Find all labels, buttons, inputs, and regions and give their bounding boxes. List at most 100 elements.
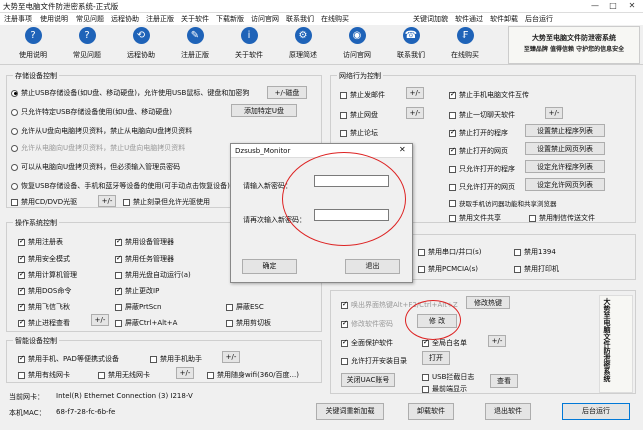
checkbox[interactable] bbox=[449, 90, 456, 99]
radio[interactable] bbox=[11, 89, 18, 97]
checkbox[interactable] bbox=[18, 318, 25, 327]
reload-keywords-button[interactable]: 关键词重新加载 bbox=[316, 403, 384, 420]
open-button[interactable]: 打开 bbox=[422, 351, 450, 365]
checkbox[interactable] bbox=[341, 338, 348, 347]
smart-item-wifi[interactable]: 禁用随身wifi(360/百度...) bbox=[207, 370, 299, 380]
checkbox[interactable] bbox=[207, 371, 214, 379]
whitelist-plus-button[interactable]: +/- bbox=[488, 335, 506, 347]
checkbox[interactable] bbox=[98, 371, 105, 379]
checkbox[interactable] bbox=[150, 355, 157, 363]
storage-option-password[interactable]: 可以从电脑向U盘拷贝资料，但必须输入管理员密码 bbox=[11, 162, 180, 172]
checkbox[interactable] bbox=[340, 111, 347, 119]
cancel-button[interactable]: 退出 bbox=[345, 259, 400, 274]
storage-option-specific-usb[interactable]: 只允许特定USB存储设备使用(如U盘、移动硬盘) bbox=[11, 107, 172, 117]
checkbox[interactable] bbox=[226, 319, 233, 327]
checkbox[interactable] bbox=[422, 338, 429, 347]
radio[interactable] bbox=[11, 182, 18, 190]
radio[interactable] bbox=[11, 127, 18, 135]
storage-option-usb-to-pc[interactable]: 允许从U盘向电脑拷贝资料，禁止从电脑向U盘拷贝资料 bbox=[11, 126, 192, 136]
net-item-chat[interactable]: 禁止一切聊天软件 bbox=[449, 110, 515, 120]
checkbox[interactable] bbox=[422, 385, 429, 393]
background-run-button[interactable]: 后台运行 bbox=[562, 403, 630, 420]
checkbox[interactable] bbox=[449, 128, 456, 137]
topmost-checkbox[interactable]: 最前端显示 bbox=[422, 384, 467, 394]
menu-item-uninstall[interactable]: 软件卸载 bbox=[490, 14, 518, 24]
checkbox[interactable] bbox=[18, 302, 25, 311]
port-item-1394[interactable]: 禁用1394 bbox=[514, 247, 556, 257]
checkbox[interactable] bbox=[341, 357, 348, 365]
storage-option-block-usb[interactable]: 禁止USB存储设备(如U盘、移动硬盘)，允许使用USB鼠标、键盘和加密狗 bbox=[11, 88, 249, 98]
change-hotkey-button[interactable]: 修改热键 bbox=[466, 296, 510, 309]
os-item-feixin[interactable]: 禁用飞信飞秋 bbox=[18, 302, 70, 312]
os-item-registry[interactable]: 禁用注册表 bbox=[18, 237, 63, 247]
checkbox[interactable] bbox=[18, 237, 25, 246]
toolbar-buy[interactable]: ₣ 在线购买 bbox=[440, 27, 490, 60]
checkbox[interactable] bbox=[449, 146, 456, 155]
menu-item-background[interactable]: 后台运行 bbox=[525, 14, 553, 24]
checkbox[interactable] bbox=[18, 286, 25, 295]
net-item-allow-web[interactable]: 只允许打开的网页 bbox=[449, 182, 515, 192]
toolbar-website[interactable]: ◉ 访问官网 bbox=[332, 27, 382, 60]
radio[interactable] bbox=[11, 163, 18, 171]
net-item-forum[interactable]: 禁止论坛 bbox=[340, 128, 378, 138]
burn-checkbox[interactable]: 禁止刻录但允许光驱使用 bbox=[123, 197, 210, 207]
checkbox[interactable] bbox=[514, 248, 521, 256]
add-usb-button[interactable]: 添加特定U盘 bbox=[231, 104, 297, 117]
checkbox[interactable] bbox=[18, 371, 25, 379]
change-password-checkbox[interactable]: 修改软件密码 bbox=[341, 319, 393, 329]
port-item-serial[interactable]: 禁用串口/并口(s) bbox=[418, 247, 481, 257]
checkbox[interactable] bbox=[341, 300, 348, 309]
checkbox[interactable] bbox=[11, 198, 18, 206]
checkbox[interactable] bbox=[123, 198, 130, 206]
checkbox[interactable] bbox=[18, 354, 25, 363]
set-allow-web-button[interactable]: 设定允许网页列表 bbox=[525, 178, 605, 191]
add-mouse-button[interactable]: +/-磁盘 bbox=[267, 86, 307, 99]
menu-item-contact[interactable]: 联系我们 bbox=[286, 14, 314, 24]
checkbox[interactable] bbox=[341, 319, 348, 328]
view-button[interactable]: 查看 bbox=[490, 374, 518, 388]
checkbox[interactable] bbox=[514, 265, 521, 273]
menu-item-keyword[interactable]: 关键词加貌 bbox=[413, 14, 448, 24]
os-item-autorun[interactable]: 禁用光盘自动运行(a) bbox=[115, 270, 191, 280]
os-item-esc[interactable]: 屏蔽ESC bbox=[226, 302, 264, 312]
net-item-block-web[interactable]: 禁止打开的网页 bbox=[449, 146, 508, 156]
net-item-allow-program[interactable]: 只允许打开的程序 bbox=[449, 164, 515, 174]
port-item-printer[interactable]: 禁用打印机 bbox=[514, 264, 559, 274]
uninstall-button[interactable]: 卸载软件 bbox=[408, 403, 454, 420]
toolbar-principle[interactable]: ⚙ 原理简述 bbox=[278, 27, 328, 60]
menu-item-software[interactable]: 软件通过 bbox=[455, 14, 483, 24]
checkbox[interactable] bbox=[422, 373, 429, 381]
os-item-safe-mode[interactable]: 禁用安全模式 bbox=[18, 254, 70, 264]
checkbox[interactable] bbox=[529, 214, 536, 222]
net-item-im-file[interactable]: 禁用制信传送文件 bbox=[529, 213, 595, 223]
checkbox[interactable] bbox=[115, 286, 122, 295]
checkbox[interactable] bbox=[340, 91, 347, 99]
chat-plus-button[interactable]: +/- bbox=[545, 107, 563, 119]
storage-option-restore[interactable]: 恢复USB存储设备、手机和蓝牙等设备的使用(可手动点击恢复设备) bbox=[11, 181, 230, 191]
email-plus-button[interactable]: +/- bbox=[406, 87, 424, 99]
toolbar-usage[interactable]: ? 使用说明 bbox=[8, 27, 58, 60]
menu-item-usage[interactable]: 使用说明 bbox=[40, 14, 68, 24]
smart-item-wireless[interactable]: 禁用无线网卡 bbox=[98, 370, 150, 380]
phone-plus-button[interactable]: +/- bbox=[222, 351, 240, 363]
menu-item-download[interactable]: 下载新版 bbox=[216, 14, 244, 24]
toolbar-register[interactable]: ✎ 注册正版 bbox=[170, 27, 220, 60]
close-button[interactable]: ✕ bbox=[623, 0, 641, 12]
checkbox[interactable] bbox=[18, 270, 25, 279]
os-item-task-manager[interactable]: 禁用任务管理器 bbox=[115, 254, 174, 264]
menu-item-buy[interactable]: 在线购买 bbox=[321, 14, 349, 24]
set-allow-program-button[interactable]: 设定允许程序列表 bbox=[525, 160, 605, 173]
ok-button[interactable]: 确定 bbox=[242, 259, 297, 274]
os-item-change-ip[interactable]: 禁止更改IP bbox=[115, 286, 159, 296]
checkbox[interactable] bbox=[18, 254, 25, 263]
os-item-device-manager[interactable]: 禁用设备管理器 bbox=[115, 237, 174, 247]
menu-item-faq[interactable]: 常见问题 bbox=[76, 14, 104, 24]
checkbox[interactable] bbox=[449, 199, 456, 207]
os-item-clipboard[interactable]: 禁用剪切板 bbox=[226, 318, 271, 328]
exit-button[interactable]: 退出软件 bbox=[485, 403, 531, 420]
wireless-plus-button[interactable]: +/- bbox=[176, 367, 194, 379]
os-item-prtscn[interactable]: 屏蔽PrtScn bbox=[115, 302, 161, 312]
toolbar-remote[interactable]: ⟲ 远程协助 bbox=[116, 27, 166, 60]
checkbox[interactable] bbox=[418, 265, 425, 273]
set-block-program-button[interactable]: 设置禁止程序列表 bbox=[525, 124, 605, 137]
